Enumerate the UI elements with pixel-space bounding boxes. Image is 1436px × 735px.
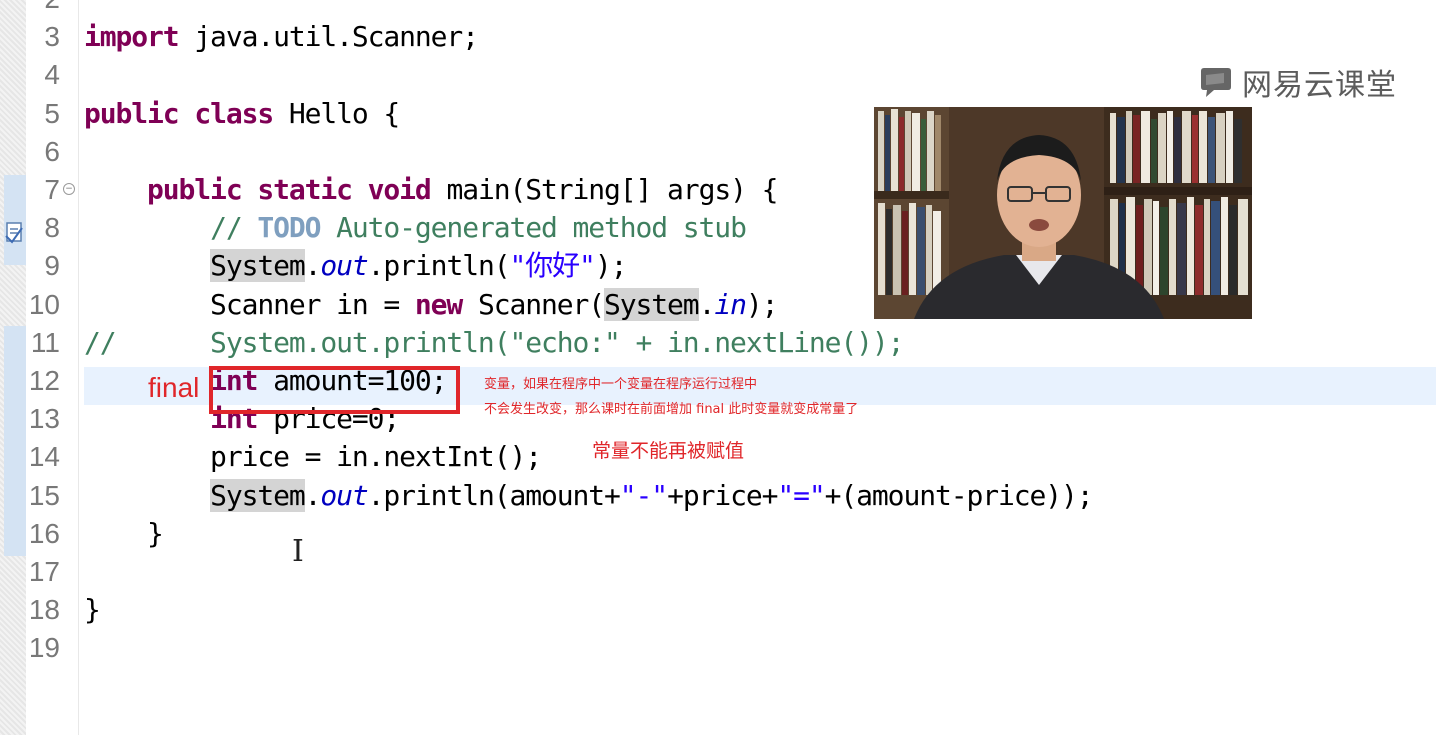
code-line[interactable]: 3 import java.util.Scanner; — [0, 18, 1436, 56]
code-token: Auto-generated method stub — [320, 211, 747, 245]
logo-text: 网易云课堂 — [1242, 68, 1397, 103]
code-text: price = in.nextInt(); — [84, 438, 542, 476]
line-number: 3 — [44, 21, 60, 53]
code-line[interactable]: 17 — [0, 553, 1436, 591]
code-text: System.out.println(amount+"-"+price+"="+… — [84, 477, 1094, 515]
annotation-constant-note: 常量不能再被赋值 — [592, 440, 745, 462]
code-text: import java.util.Scanner; — [84, 18, 479, 56]
code-token: price = in.nextInt(); — [84, 440, 542, 474]
instructor-video-frame — [874, 107, 1252, 319]
line-number: 10 — [28, 288, 60, 320]
code-token: void — [367, 173, 432, 206]
line-number: 16 — [28, 517, 60, 549]
code-token: import — [84, 20, 180, 54]
code-token: main(String[] args) { — [430, 173, 778, 206]
text-cursor-icon: I — [292, 534, 304, 569]
code-line[interactable]: 19 — [0, 629, 1436, 667]
code-line[interactable]: 18} — [0, 591, 1436, 629]
code-token: // — [210, 211, 258, 245]
code-token: in — [714, 287, 747, 321]
code-token: .println(amount+ — [367, 478, 621, 512]
instructor-video — [874, 107, 1252, 319]
line-number: 11 — [30, 326, 60, 358]
code-text: // System.out.println("echo:" + in.nextL… — [84, 324, 904, 362]
line-number: 6 — [44, 135, 60, 167]
fold-collapse-icon[interactable]: − — [63, 183, 75, 195]
code-text: } — [84, 591, 101, 629]
code-token: java.util.Scanner; — [178, 20, 479, 54]
annotation-note-line1: 变量，如果在程序中一个变量在程序运行过程中 — [484, 377, 758, 392]
code-text: Scanner in = new Scanner(System.in); — [84, 286, 779, 324]
line-number: 9 — [44, 250, 60, 282]
annotation-final-label: final — [148, 372, 200, 403]
code-token: "=" — [777, 478, 825, 512]
code-token: +(amount-price)); — [824, 478, 1094, 512]
code-text: } — [84, 515, 164, 553]
code-token: out — [320, 249, 368, 283]
code-token: +price+ — [667, 478, 778, 512]
code-token: System — [604, 287, 700, 321]
line-number: 14 — [28, 441, 60, 473]
line-number: 4 — [44, 59, 60, 91]
code-token: . — [304, 249, 322, 283]
line-number: 12 — [28, 365, 60, 396]
code-token: . — [698, 287, 716, 321]
code-token: System — [210, 478, 306, 512]
code-token: } — [84, 516, 164, 550]
code-token: Hello { — [273, 96, 400, 130]
code-token: System — [210, 249, 306, 283]
line-number: 5 — [44, 97, 60, 129]
code-token: out — [320, 478, 368, 512]
code-token: ); — [745, 287, 779, 321]
code-line[interactable]: 15 System.out.println(amount+"-"+price+"… — [0, 477, 1436, 515]
line-number: 15 — [28, 479, 60, 511]
code-token: new — [414, 287, 463, 321]
code-token: "你好" — [509, 249, 595, 283]
code-token: Scanner in = — [84, 287, 415, 321]
code-text: public static void main(String[] args) { — [84, 171, 778, 209]
line-number: 19 — [28, 632, 60, 664]
code-text: // TODO Auto-generated method stub — [84, 209, 747, 247]
code-token: class — [194, 96, 274, 130]
code-line[interactable]: 11 // System.out.println("echo:" + in.nex… — [0, 324, 1436, 362]
code-text: public class Hello { — [84, 95, 400, 133]
line-number: 13 — [28, 403, 60, 435]
code-token: ); — [594, 249, 628, 283]
line-number: 17 — [28, 556, 60, 587]
code-token: } — [84, 593, 101, 627]
code-line[interactable]: 2 — [0, 0, 1436, 18]
code-token: // System.out.println("echo:" + in.nextL… — [84, 325, 904, 359]
code-token: public — [84, 96, 180, 130]
netease-logo: 网易云课堂 — [1198, 62, 1397, 103]
code-token: . — [304, 478, 322, 512]
code-token: public — [147, 173, 243, 206]
code-token: static — [257, 173, 353, 206]
code-text: System.out.println("你好"); — [84, 247, 628, 285]
line-number: 8 — [44, 212, 60, 244]
code-token: .println( — [367, 249, 511, 283]
annotation-note-line2: 不会发生改变，那么课时在前面增加 final 此时变量就变成常量了 — [484, 402, 859, 417]
code-token: "-" — [619, 478, 668, 512]
annotation-highlight-box — [209, 366, 460, 414]
line-number: 2 — [18, 0, 60, 18]
code-line[interactable]: 16 } — [0, 515, 1436, 553]
code-token: TODO — [257, 211, 321, 245]
line-number: 7 — [44, 174, 60, 205]
speech-bubble-icon — [1201, 68, 1231, 97]
code-token: Scanner( — [462, 287, 605, 321]
line-number: 18 — [28, 594, 60, 626]
